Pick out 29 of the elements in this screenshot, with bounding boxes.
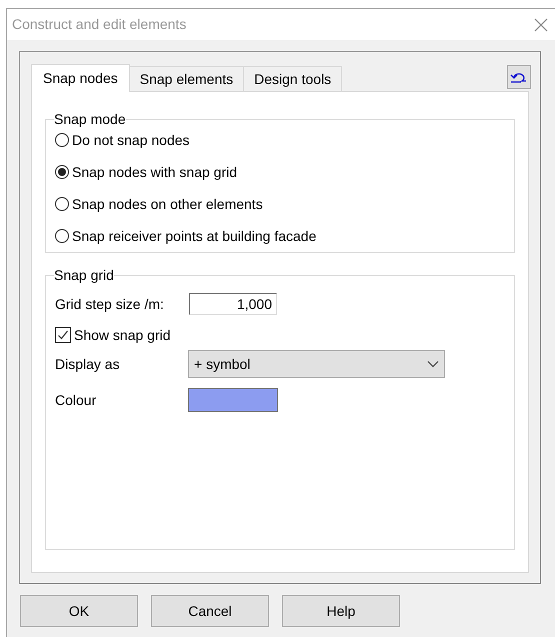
undo-button[interactable] <box>507 65 531 89</box>
close-icon[interactable] <box>534 18 548 32</box>
tab[interactable]: Design tools <box>244 66 342 91</box>
radio-button[interactable] <box>55 197 69 211</box>
tab[interactable]: Snap elements <box>130 66 244 91</box>
window-title: Construct and edit elements <box>12 15 186 34</box>
radio-button[interactable] <box>55 229 69 243</box>
checkbox-label: Show snap grid <box>74 326 171 345</box>
group-title: Snap mode <box>54 110 126 129</box>
field-label: Colour <box>55 390 98 410</box>
dialog-button[interactable]: Cancel <box>151 595 269 627</box>
display-dropdown[interactable]: + symbol <box>188 350 445 378</box>
chevron-down-icon <box>427 360 439 368</box>
undo-icon <box>510 70 528 84</box>
field-label: Grid step size /m: <box>55 294 165 314</box>
radio-label: Snap nodes on other elements <box>72 194 263 214</box>
checkbox[interactable] <box>55 327 71 343</box>
field-label: Display as <box>55 354 121 374</box>
grid-step-field[interactable]: 1,000 <box>189 293 277 315</box>
radio-button[interactable] <box>55 165 69 179</box>
colour-swatch[interactable] <box>188 388 278 412</box>
dialog-button[interactable]: Help <box>282 595 400 627</box>
group-title: Snap grid <box>54 266 114 285</box>
tab[interactable]: Snap nodes <box>31 64 130 92</box>
radio-label: Do not snap nodes <box>72 130 190 150</box>
radio-label: Snap nodes with snap grid <box>72 162 237 182</box>
radio-button[interactable] <box>55 133 69 147</box>
dialog-button[interactable]: OK <box>20 595 138 627</box>
radio-label: Snap reiceiver points at building facade <box>72 226 316 246</box>
